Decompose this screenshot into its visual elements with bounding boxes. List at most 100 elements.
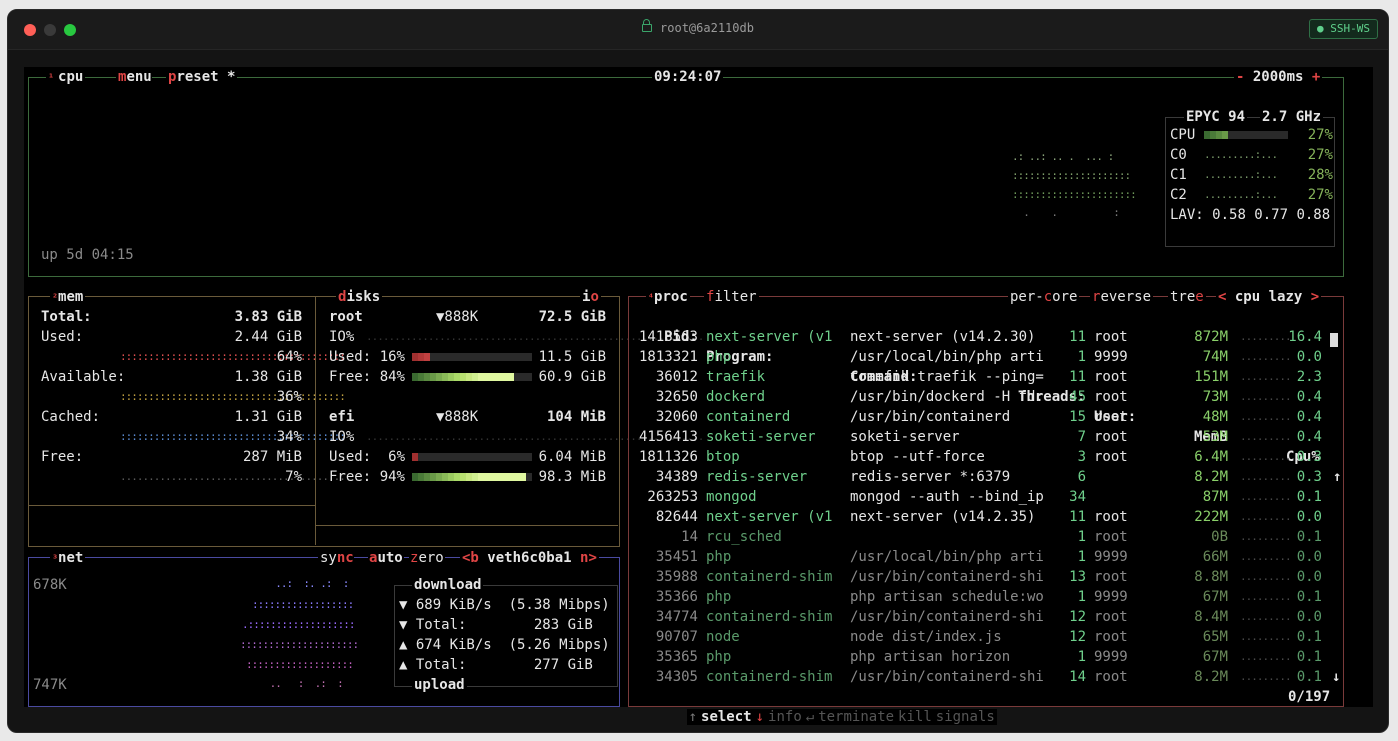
process-pid: 4156413 [638,429,698,445]
mem-title[interactable]: ²mem [50,287,86,309]
filter-button[interactable]: filter [704,287,759,307]
process-program: next-server (v1 [706,509,833,525]
process-program: mongod [706,489,757,505]
process-row[interactable]: 36012 traefik traefik traefik --ping= 11 roo… [24,367,1373,387]
process-row[interactable]: 35451 php/usr/local/bin/php arti 1 9999 66M 0… [24,547,1373,567]
process-mem: 74M [1202,349,1228,365]
core-label: C1 [1170,167,1187,183]
process-user: root [1094,449,1128,465]
process-cpu: 0.1 [1296,649,1322,665]
enter-key-icon: ↵ [803,709,817,725]
process-command: /usr/bin/containerd-shi [850,669,1044,685]
process-program: soketi-server [706,429,816,445]
scroll-down-icon[interactable]: ↓ [1332,667,1340,687]
process-program: btop [706,449,740,465]
process-row[interactable]: 14 rcu_sched 1 root 0B 0.1......... [24,527,1373,547]
process-row[interactable]: 82644 next-server (v1 next-server (v14.2.3… [24,507,1373,527]
sort-selector[interactable]: < cpu lazy > [1216,287,1322,307]
process-row[interactable]: 35365 php php artisan horizon 1 9999 67M 0.1..… [24,647,1373,667]
process-cpu-graph: ......... [1240,470,1292,483]
core-graph: .........:... [1204,148,1278,161]
process-cpu-graph: ......... [1240,410,1292,423]
interval-control[interactable]: - 2000ms + [1234,67,1323,87]
process-cpu: 0.4 [1296,409,1322,425]
scrollbar-thumb[interactable] [1330,333,1338,347]
kill-button[interactable]: kill [896,709,934,725]
interval-decrease[interactable]: - [1236,69,1244,85]
proc-title[interactable]: ⁴proc [646,287,690,309]
process-program: node [706,629,740,645]
process-cpu: 16.4 [1288,329,1322,345]
signals-button[interactable]: signals [933,709,997,725]
process-threads: 15 [1069,409,1086,425]
process-threads: 1 [1077,549,1086,565]
process-mem: 53M [1202,429,1228,445]
terminate-button[interactable]: terminate [816,709,897,725]
process-user: root [1094,609,1128,625]
process-mem: 87M [1202,489,1228,505]
process-cpu-graph: ......... [1240,490,1292,503]
select-up-icon[interactable]: ↑ [686,709,700,725]
sort-prev[interactable]: < [1218,289,1226,305]
window-title-text: root@6a2110db [660,21,754,35]
info-button[interactable]: info [766,709,804,725]
process-program: redis-server [706,469,808,485]
per-core-toggle[interactable]: per-core [1008,287,1080,307]
terminal-window: root@6a2110db ● SSH-WS ¹ cpu menu preset … [7,9,1389,733]
process-user: root [1094,529,1128,545]
preset-button[interactable]: preset * [166,67,238,87]
process-cpu: 0.1 [1296,669,1322,685]
process-row[interactable]: 34774 containerd-shim/usr/bin/containerd-… [24,607,1373,627]
process-row[interactable]: 4156413 soketi-server soketi-server 7 root 53… [24,427,1373,447]
process-cpu: 2.3 [1296,369,1322,385]
disks-button[interactable]: disks [336,287,383,307]
process-pid: 82644 [655,509,698,525]
process-mem: 8.8M [1194,569,1228,585]
process-command: mongod --auth --bind_ip [850,489,1044,505]
process-mem: 8.2M [1194,669,1228,685]
select-down-icon[interactable]: ↓ [753,709,767,725]
core-label: C2 [1170,187,1187,203]
select-button[interactable]: select [699,709,754,725]
process-row[interactable]: 1811326 btop btop --utf-force 3 root 6.4M 0.3.… [24,447,1373,467]
process-pid: 90707 [655,629,698,645]
process-row[interactable]: 32650 dockerd/usr/bin/dockerd -H fd: 45 roo… [24,387,1373,407]
cpu-title[interactable]: cpu [56,69,86,85]
process-pid: 35451 [655,549,698,565]
tree-toggle[interactable]: tree [1168,287,1206,307]
process-row[interactable]: 263253 mongod mongod --auth --bind_ip 34 87M… [24,487,1373,507]
io-button[interactable]: io [580,287,601,307]
reverse-toggle[interactable]: reverse [1090,287,1154,307]
process-program: containerd-shim [706,609,833,625]
process-row[interactable]: 35366 php php artisan schedule:wo 1 9999 67M 0… [24,587,1373,607]
process-row[interactable]: 1418563 next-server (v1 next-server (v14.2… [24,327,1373,347]
process-row[interactable]: 90707 node node dist/index.js 12 root 65M 0.1.… [24,627,1373,647]
process-mem: 48M [1202,409,1228,425]
process-user: 9999 [1094,549,1128,565]
process-user: root [1094,669,1128,685]
process-threads: 12 [1069,629,1086,645]
process-threads: 1 [1077,529,1086,545]
process-row[interactable]: 34389 redis-server redis-server *:6379 6 8.2… [24,467,1373,487]
process-row[interactable]: 32060 containerd/usr/bin/containerd 15 root… [24,407,1373,427]
process-row[interactable]: 35988 containerd-shim/usr/bin/containerd-… [24,567,1373,587]
process-user: root [1094,429,1128,445]
process-command: /usr/bin/dockerd -H fd: [850,389,1044,405]
process-command: /usr/bin/containerd [850,409,1011,425]
process-pid: 32060 [655,409,698,425]
process-cpu-graph: ......... [1240,390,1292,403]
process-row[interactable]: 1813321 php/usr/local/bin/php arti 1 9999 74… [24,347,1373,367]
process-program: next-server (v1 [706,329,833,345]
uptime: up 5d 04:15 [41,247,134,263]
core-percent: 27% [1307,187,1333,203]
core-percent: 27% [1307,147,1333,163]
menu-button[interactable]: menu [116,67,152,87]
interval-increase[interactable]: + [1312,69,1320,85]
sort-next[interactable]: > [1311,289,1319,305]
core-label: CPU [1170,127,1196,143]
process-row[interactable]: 34305 containerd-shim/usr/bin/containerd-… [24,667,1373,687]
proc-header: Pid: Program: Command: Threads: User: Me… [24,307,1373,485]
process-pid: 35365 [655,649,698,665]
process-program: php [706,549,732,565]
process-command: node dist/index.js [850,629,1002,645]
